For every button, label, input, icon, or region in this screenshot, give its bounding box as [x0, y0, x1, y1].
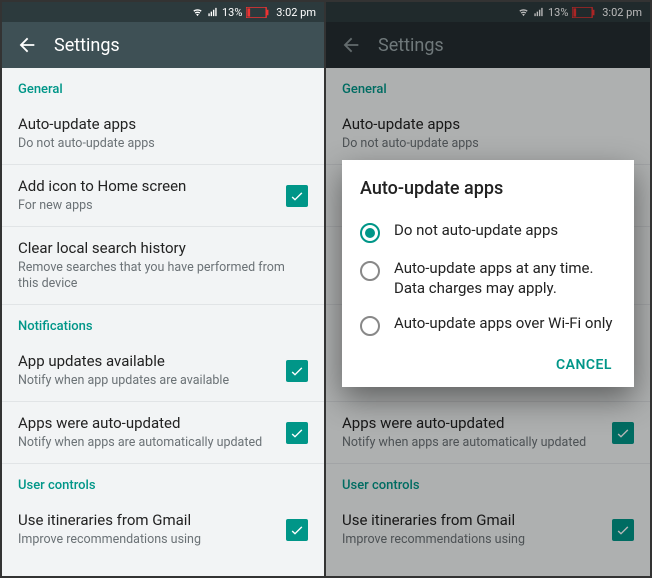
section-notifications: Notifications — [2, 305, 324, 340]
row-title: App updates available — [18, 352, 274, 371]
row-subtitle: Do not auto-update apps — [18, 136, 308, 152]
row-title: Apps were auto-updated — [342, 414, 600, 433]
radio-label: Do not auto-update apps — [394, 221, 558, 241]
battery-percent: 13% — [548, 6, 568, 19]
status-time: 3:02 pm — [276, 6, 316, 19]
row-subtitle: Remove searches that you have performed … — [18, 260, 308, 293]
row-subtitle: Improve recommendations using — [18, 532, 274, 548]
battery-icon — [572, 7, 596, 18]
appbar-title: Settings — [378, 35, 444, 56]
radio-selected-icon[interactable] — [360, 223, 380, 243]
row-title: Clear local search history — [18, 239, 308, 258]
back-icon[interactable] — [16, 34, 38, 56]
auto-update-dialog: Auto-update apps Do not auto-update apps… — [342, 160, 634, 387]
checkbox-checked-icon[interactable] — [286, 519, 308, 541]
row-add-icon[interactable]: Add icon to Home screen For new apps — [2, 165, 324, 227]
radio-label: Auto-update apps over Wi-Fi only — [394, 314, 613, 334]
signal-icon — [533, 7, 544, 18]
row-title: Auto-update apps — [18, 115, 308, 134]
section-user-controls: User controls — [326, 464, 650, 499]
radio-unselected-icon[interactable] — [360, 316, 380, 336]
checkbox-checked-icon[interactable] — [286, 185, 308, 207]
row-gmail-itineraries: Use itineraries from Gmail Improve recom… — [326, 499, 650, 560]
right-screenshot: 13% 3:02 pm Settings General Auto-update… — [326, 2, 650, 576]
section-general: General — [2, 68, 324, 103]
battery-icon — [246, 7, 270, 18]
row-title: Add icon to Home screen — [18, 177, 274, 196]
settings-list: General Auto-update apps Do not auto-upd… — [2, 68, 324, 576]
radio-unselected-icon[interactable] — [360, 261, 380, 281]
row-title: Use itineraries from Gmail — [342, 511, 600, 530]
battery-percent: 13% — [222, 6, 242, 19]
back-icon[interactable] — [340, 34, 362, 56]
checkbox-checked-icon[interactable] — [286, 360, 308, 382]
row-auto-update[interactable]: Auto-update apps Do not auto-update apps — [2, 103, 324, 165]
row-title: Use itineraries from Gmail — [18, 511, 274, 530]
app-bar: Settings — [326, 22, 650, 68]
row-updates-available[interactable]: App updates available Notify when app up… — [2, 340, 324, 402]
row-subtitle: Notify when app updates are available — [18, 373, 274, 389]
section-user-controls: User controls — [2, 464, 324, 499]
checkbox-checked-icon — [612, 422, 634, 444]
row-subtitle: Improve recommendations using — [342, 532, 600, 548]
signal-icon — [207, 7, 218, 18]
row-subtitle: Do not auto-update apps — [342, 136, 634, 152]
wifi-icon — [518, 7, 529, 18]
appbar-title: Settings — [54, 35, 120, 56]
row-clear-search[interactable]: Clear local search history Remove search… — [2, 227, 324, 305]
radio-option-wifi-only[interactable]: Auto-update apps over Wi-Fi only — [360, 306, 616, 344]
wifi-icon — [192, 7, 203, 18]
row-title: Auto-update apps — [342, 115, 634, 134]
row-subtitle: Notify when apps are automatically updat… — [342, 435, 600, 451]
left-screenshot: 13% 3:02 pm Settings General Auto-update… — [2, 2, 326, 576]
row-auto-updated: Apps were auto-updated Notify when apps … — [326, 402, 650, 464]
status-time: 3:02 pm — [602, 6, 642, 19]
radio-option-do-not-update[interactable]: Do not auto-update apps — [360, 213, 616, 251]
cancel-button[interactable]: CANCEL — [556, 357, 612, 373]
app-bar: Settings — [2, 22, 324, 68]
row-auto-updated[interactable]: Apps were auto-updated Notify when apps … — [2, 402, 324, 464]
checkbox-checked-icon — [612, 519, 634, 541]
radio-label: Auto-update apps at any time. Data charg… — [394, 259, 616, 298]
status-bar: 13% 3:02 pm — [326, 2, 650, 22]
section-general: General — [326, 68, 650, 103]
row-subtitle: Notify when apps are automatically updat… — [18, 435, 274, 451]
radio-option-any-time[interactable]: Auto-update apps at any time. Data charg… — [360, 251, 616, 306]
status-bar: 13% 3:02 pm — [2, 2, 324, 22]
row-subtitle: For new apps — [18, 198, 274, 214]
row-gmail-itineraries[interactable]: Use itineraries from Gmail Improve recom… — [2, 499, 324, 560]
checkbox-checked-icon[interactable] — [286, 422, 308, 444]
row-title: Apps were auto-updated — [18, 414, 274, 433]
row-auto-update: Auto-update apps Do not auto-update apps — [326, 103, 650, 165]
dialog-title: Auto-update apps — [360, 178, 616, 199]
